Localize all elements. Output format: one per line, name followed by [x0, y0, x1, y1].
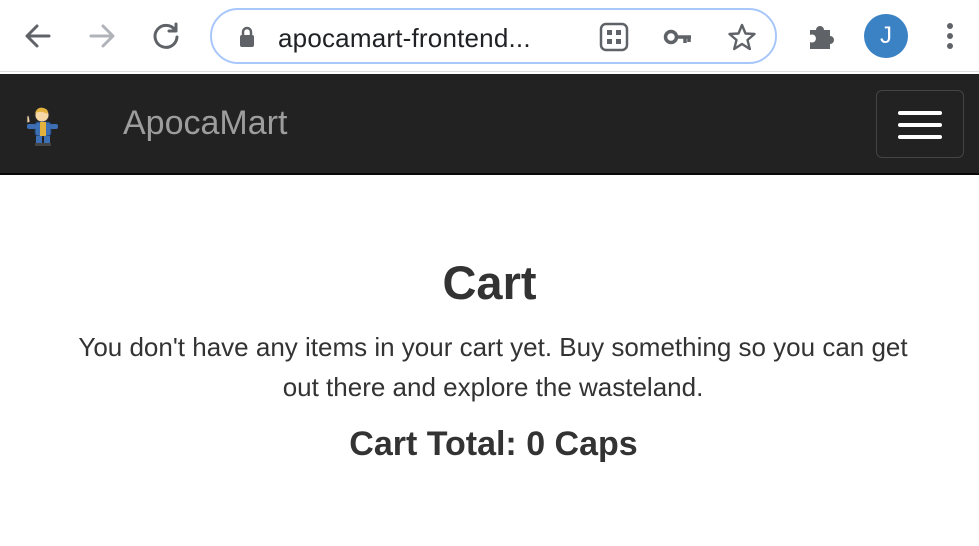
arrow-left-icon — [25, 24, 51, 48]
kebab-menu-icon — [947, 23, 953, 49]
empty-cart-message: You don't have any items in your cart ye… — [78, 332, 908, 402]
key-icon — [663, 29, 691, 45]
reload-icon — [153, 22, 179, 49]
bookmark-star-button[interactable] — [726, 22, 758, 52]
cart-total: Cart Total: 0 Caps — [349, 425, 638, 463]
browser-menu-button[interactable] — [930, 16, 970, 56]
url-text[interactable]: apocamart-frontend... — [278, 23, 531, 54]
navbar-toggle-button[interactable] — [876, 90, 964, 158]
back-button[interactable] — [18, 16, 58, 56]
forward-button[interactable] — [82, 16, 122, 56]
browser-toolbar: apocamart-frontend... J — [0, 0, 979, 72]
arrow-right-icon — [89, 24, 115, 48]
site-navbar: ApocaMart — [0, 74, 979, 175]
lock-icon[interactable] — [236, 26, 258, 48]
password-key-button[interactable] — [662, 22, 694, 52]
puzzle-icon — [810, 26, 834, 49]
star-icon — [728, 23, 756, 51]
qr-code-button[interactable] — [598, 22, 630, 52]
extensions-button[interactable] — [802, 16, 842, 56]
profile-avatar[interactable]: J — [864, 14, 908, 58]
page-title: Cart — [442, 256, 537, 309]
address-bar[interactable]: apocamart-frontend... — [210, 8, 777, 64]
qr-code-icon — [599, 22, 629, 52]
brand-name[interactable]: ApocaMart — [123, 104, 287, 143]
vault-boy-logo-icon[interactable] — [24, 104, 64, 146]
reload-button[interactable] — [146, 16, 186, 56]
